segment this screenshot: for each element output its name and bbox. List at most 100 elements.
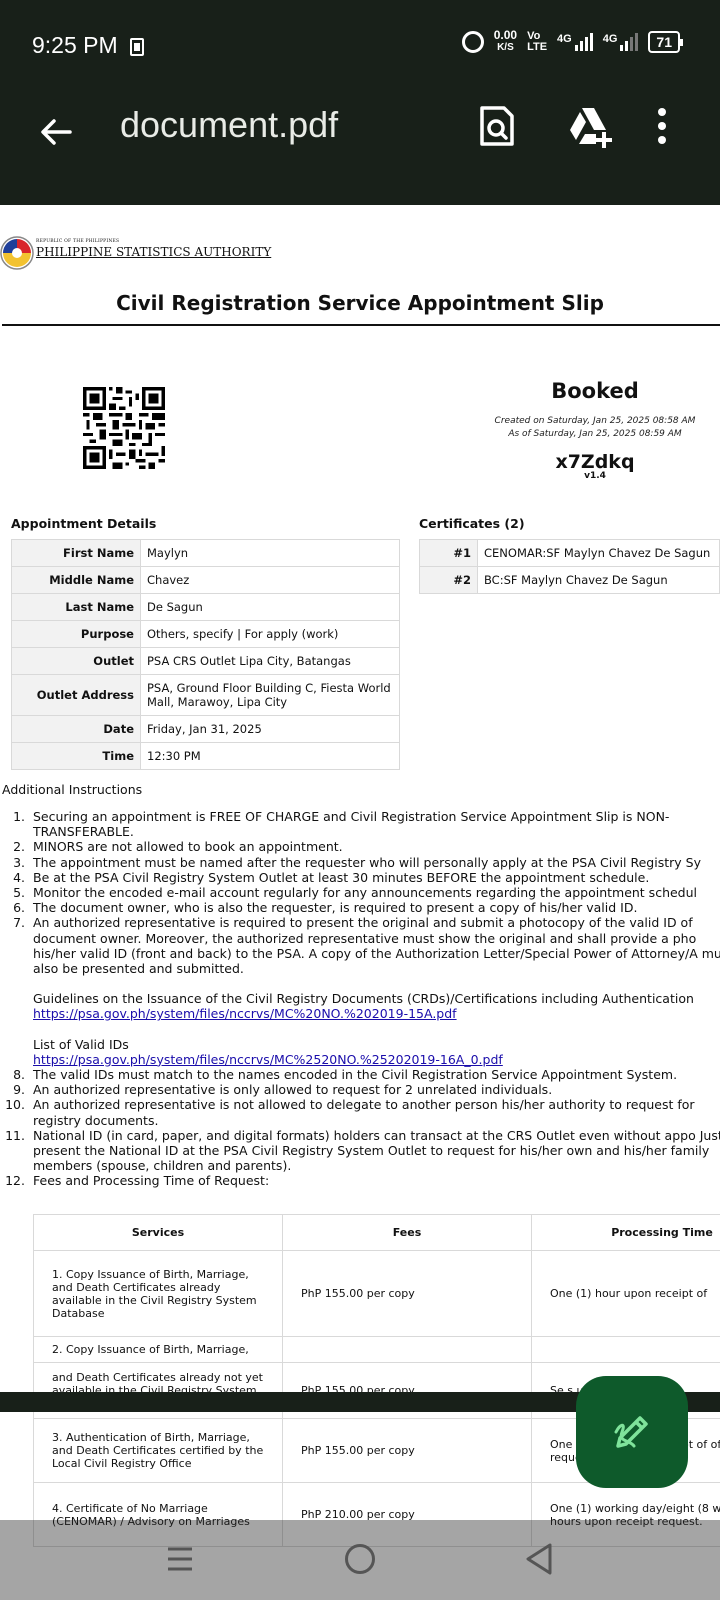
list-number: 12. bbox=[5, 1173, 25, 1189]
fee-cell: PhP 155.00 per copy bbox=[282, 1250, 532, 1337]
processing-time-cell bbox=[531, 1336, 720, 1363]
sim1-signal-icon: 4G bbox=[557, 32, 593, 51]
fee-cell: PhP 155.00 per copy bbox=[282, 1418, 532, 1483]
field-label: Time bbox=[11, 742, 141, 770]
alarm-icon bbox=[461, 30, 484, 53]
back-triangle-icon[interactable] bbox=[524, 1542, 554, 1576]
field-label: Middle Name bbox=[11, 566, 141, 594]
fee-cell bbox=[282, 1336, 532, 1363]
list-number: 11. bbox=[5, 1127, 25, 1143]
list-item: 3. The appointment must be named after th… bbox=[2, 855, 720, 870]
table-row: Date Friday, Jan 31, 2025 bbox=[11, 715, 400, 743]
list-text: The valid IDs must match to the names en… bbox=[33, 1067, 678, 1083]
certificate-number: #2 bbox=[419, 566, 478, 594]
appointment-details-table: First Name Maylyn Middle Name Chavez Last … bbox=[11, 539, 400, 770]
table-row: Middle Name Chavez bbox=[11, 566, 400, 594]
qr-code bbox=[83, 387, 165, 469]
sim1-network-type: 4G bbox=[557, 32, 572, 45]
reference-code: x7Zdkq bbox=[555, 451, 635, 473]
table-row: Time 12:30 PM bbox=[11, 742, 400, 770]
edit-pen-icon bbox=[614, 1416, 648, 1448]
certificates-heading: Certificates (2) bbox=[419, 516, 525, 531]
certificate-value: CENOMAR:SF Maylyn Chavez De Sagun bbox=[477, 539, 720, 567]
certificate-value: BC:SF Maylyn Chavez De Sagun bbox=[477, 566, 720, 594]
field-label: Purpose bbox=[11, 620, 141, 648]
volte-indicator: Vo LTE bbox=[527, 30, 547, 53]
column-header: Services bbox=[33, 1214, 283, 1251]
list-number: 6. bbox=[13, 900, 25, 916]
created-on: Created on Saturday, Jan 25, 2025 08:58 … bbox=[494, 416, 696, 426]
title-divider bbox=[2, 324, 720, 326]
list-text: Be at the PSA Civil Registry System Outl… bbox=[33, 869, 650, 885]
field-label: Outlet Address bbox=[11, 674, 141, 716]
add-to-drive-icon[interactable] bbox=[566, 102, 614, 150]
back-arrow-icon[interactable] bbox=[36, 112, 76, 152]
list-item: 8. The valid IDs must match to the names … bbox=[2, 1067, 720, 1082]
list-number: 4. bbox=[13, 869, 25, 885]
system-navigation-bar bbox=[0, 1520, 720, 1600]
list-item: 12. Fees and Processing Time of Request: bbox=[2, 1173, 720, 1188]
certificate-number: #1 bbox=[419, 539, 478, 567]
list-item: 9. An authorized representative is only a… bbox=[2, 1082, 720, 1097]
list-item: 11. National ID (in card, paper, and digi… bbox=[2, 1128, 720, 1174]
search-document-icon[interactable] bbox=[472, 102, 520, 150]
download-notification-icon bbox=[130, 38, 144, 56]
psa-seal-logo bbox=[0, 236, 34, 270]
list-number: 10. bbox=[5, 1097, 25, 1113]
as-of: As of Saturday, Jan 25, 2025 08:59 AM bbox=[508, 429, 682, 439]
list-item: 6. The document owner, who is also the re… bbox=[2, 900, 720, 915]
battery-indicator: 71 bbox=[648, 30, 683, 53]
network-speed-value: 0.00 bbox=[493, 28, 518, 42]
sim2-network-type: 4G bbox=[602, 32, 618, 45]
list-number: 7. bbox=[13, 915, 25, 931]
valid-ids-text: List of Valid IDs bbox=[33, 1036, 129, 1052]
list-number: 2. bbox=[13, 839, 25, 855]
appointment-details-heading: Appointment Details bbox=[11, 516, 157, 531]
list-text: Securing an appointment is FREE OF CHARG… bbox=[33, 809, 670, 840]
agency-prefix: REPUBLIC OF THE PHILIPPINES bbox=[36, 239, 120, 244]
list-text: National ID (in card, paper, and digital… bbox=[33, 1127, 720, 1174]
list-text: An authorized representative is only all… bbox=[33, 1082, 553, 1098]
instructions-list: 1. Securing an appointment is FREE OF CHA… bbox=[2, 809, 720, 1189]
table-row: Outlet PSA CRS Outlet Lipa City, Batangas bbox=[11, 647, 400, 675]
table-row: Last Name De Sagun bbox=[11, 593, 400, 621]
list-text: Fees and Processing Time of Request: bbox=[33, 1173, 270, 1189]
table-row: First Name Maylyn bbox=[11, 539, 400, 567]
additional-instructions-heading: Additional Instructions bbox=[2, 782, 143, 797]
list-item: 10. An authorized representative is not a… bbox=[2, 1097, 720, 1127]
field-value: 12:30 PM bbox=[140, 742, 400, 770]
slip-version: v1.4 bbox=[584, 471, 606, 481]
table-header-row: Services Fees Processing Time bbox=[33, 1214, 720, 1251]
column-header: Processing Time bbox=[531, 1214, 720, 1251]
app-bar: document.pdf bbox=[0, 92, 720, 205]
list-item: 5. Monitor the encoded e-mail account reg… bbox=[2, 885, 720, 900]
edit-pdf-button[interactable] bbox=[576, 1376, 688, 1488]
slip-title: Civil Registration Service Appointment S… bbox=[116, 291, 604, 315]
document-title: document.pdf bbox=[120, 104, 339, 145]
guidelines-link[interactable]: https://psa.gov.ph/system/files/nccrvs/M… bbox=[33, 1006, 457, 1021]
list-number: 3. bbox=[13, 854, 25, 870]
certificates-table: #1 CENOMAR:SF Maylyn Chavez De Sagun #2 BC… bbox=[419, 539, 720, 594]
valid-ids-link[interactable]: https://psa.gov.ph/system/files/nccrvs/M… bbox=[33, 1052, 503, 1067]
processing-time-cell: One (1) hour upon receipt of bbox=[531, 1250, 720, 1337]
more-vert-icon[interactable] bbox=[652, 102, 700, 150]
network-speed-unit: K/S bbox=[497, 42, 514, 53]
home-icon[interactable] bbox=[345, 1544, 375, 1574]
status-indicators: 0.00 K/S Vo LTE 4G 4G 71 bbox=[461, 28, 683, 53]
table-row: Purpose Others, specify | For apply (work… bbox=[11, 620, 400, 648]
table-row: 1. Copy Issuance of Birth, Marriage, and… bbox=[33, 1250, 720, 1337]
table-row: #1 CENOMAR:SF Maylyn Chavez De Sagun bbox=[419, 539, 720, 567]
booking-status: Booked bbox=[551, 379, 639, 403]
guidelines-text: Guidelines on the Issuance of the Civil … bbox=[33, 991, 694, 1007]
table-row: Outlet Address PSA, Ground Floor Building… bbox=[11, 674, 400, 716]
list-text: An authorized representative is required… bbox=[33, 915, 720, 977]
network-speed: 0.00 K/S bbox=[493, 28, 518, 53]
field-label: Outlet bbox=[11, 647, 141, 675]
list-number: 5. bbox=[13, 885, 25, 901]
service-cell: 2. Copy Issuance of Birth, Marriage, bbox=[33, 1336, 283, 1363]
recents-icon[interactable] bbox=[166, 1546, 194, 1572]
field-value: PSA CRS Outlet Lipa City, Batangas bbox=[140, 647, 400, 675]
list-number: 9. bbox=[13, 1082, 25, 1098]
list-number: 1. bbox=[13, 809, 25, 824]
service-cell: 1. Copy Issuance of Birth, Marriage, and… bbox=[33, 1250, 283, 1337]
